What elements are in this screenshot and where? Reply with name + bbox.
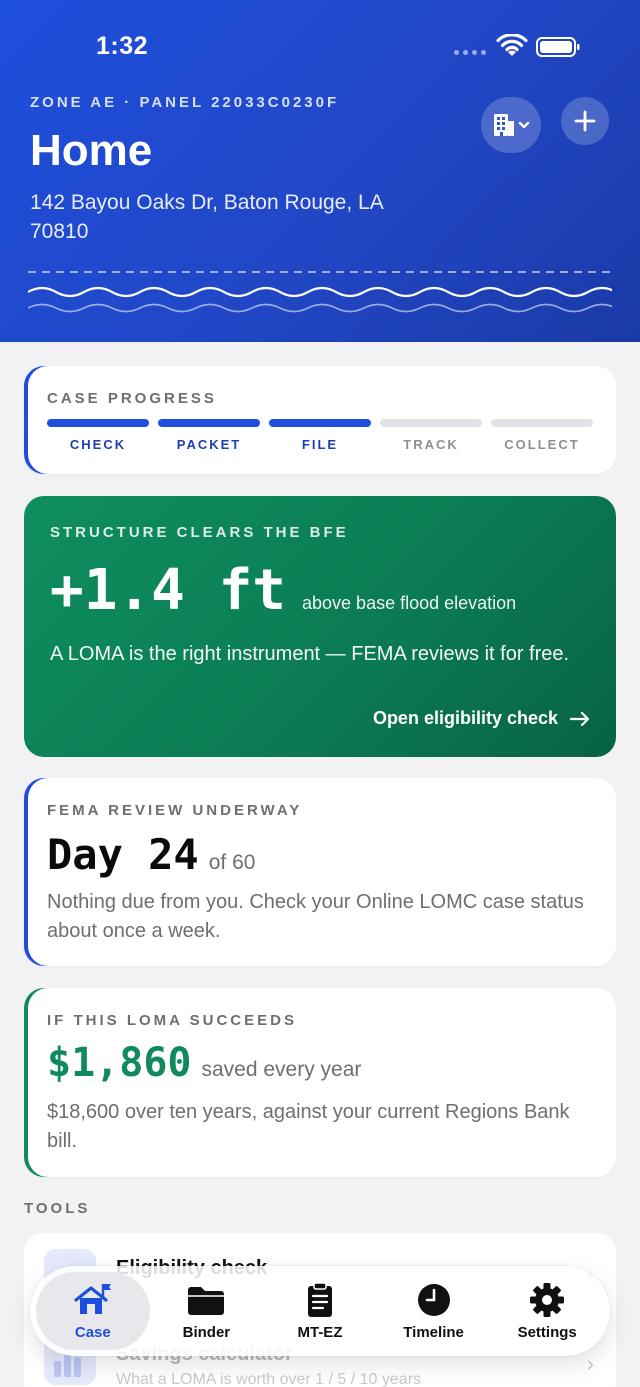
arrow-right-icon [570,711,590,726]
chevron-right-icon: › [586,1351,594,1376]
case-progress-label: CASE PROGRESS [47,390,217,407]
progress-step-file: FILE [269,419,371,452]
fema-review-card[interactable]: FEMA REVIEW UNDERWAY Day 24 of 60 Nothin… [24,778,616,966]
gear-icon [530,1282,565,1317]
cellular-signal-icon [454,50,486,55]
plus-icon [574,110,596,132]
tab-mt-ez[interactable]: MT-EZ [263,1272,377,1350]
progress-step-packet: PACKET [158,419,260,452]
flood-wave-decoration [28,271,612,313]
property-switcher-button[interactable] [481,97,541,153]
savings-unit: saved every year [201,1058,362,1081]
review-description: Nothing due from you. Check your Online … [47,891,584,942]
open-eligibility-check-link[interactable]: Open eligibility check [373,708,590,729]
bfe-value: +1.4 ft [50,558,287,623]
review-day-total: of 60 [208,851,256,874]
progress-step-collect: COLLECT [491,419,593,452]
bfe-unit: above base flood elevation [302,593,517,613]
progress-step-check: CHECK [47,419,149,452]
case-progress-card[interactable]: CASE PROGRESS CHECK PACKET FILE TRACK CO… [24,366,616,474]
house-flag-icon [74,1283,111,1314]
folder-icon [188,1286,225,1315]
clock-icon [417,1283,450,1316]
chevron-down-icon [518,121,530,129]
page-title: Home [30,126,153,175]
tab-case[interactable]: Case [36,1272,150,1350]
review-day-count: Day 24 [47,830,199,879]
bfe-description: A LOMA is the right instrument — FEMA re… [50,643,570,665]
bfe-label: STRUCTURE CLEARS THE BFE [50,524,349,541]
fema-review-label: FEMA REVIEW UNDERWAY [47,802,303,819]
savings-card[interactable]: IF THIS LOMA SUCCEEDS $1,860 saved every… [24,988,616,1177]
tools-section-label: TOOLS [24,1200,91,1217]
open-eligibility-check-label: Open eligibility check [372,708,558,728]
tab-bar: Case Binder MT-EZ Timeline Settings [30,1266,610,1356]
property-address: 142 Bayou Oaks Dr, Baton Rouge, LA 70810 [30,191,383,243]
tab-binder[interactable]: Binder [150,1272,264,1350]
battery-icon [536,37,580,57]
bfe-result-card[interactable]: STRUCTURE CLEARS THE BFE +1.4 ft above b… [24,496,616,757]
building-icon [494,114,530,136]
clipboard-icon [307,1281,332,1317]
tab-settings[interactable]: Settings [490,1272,604,1350]
wifi-icon [496,34,528,56]
header-hero: 1:32 ZONE AE · PANEL 22033C0230F Home 14… [0,0,640,342]
progress-step-track: TRACK [380,419,482,452]
savings-amount: $1,860 [47,1040,192,1086]
tool-subtitle: What a LOMA is worth over 1 / 5 / 10 yea… [116,1371,422,1387]
zone-panel-label: ZONE AE · PANEL 22033C0230F [30,94,340,111]
progress-steps: CHECK PACKET FILE TRACK COLLECT [47,419,593,452]
status-time: 1:32 [96,32,149,60]
add-button[interactable] [561,97,609,145]
savings-description: $18,600 over ten years, against your cur… [47,1101,570,1152]
savings-label: IF THIS LOMA SUCCEEDS [47,1012,297,1029]
tab-timeline[interactable]: Timeline [377,1272,491,1350]
